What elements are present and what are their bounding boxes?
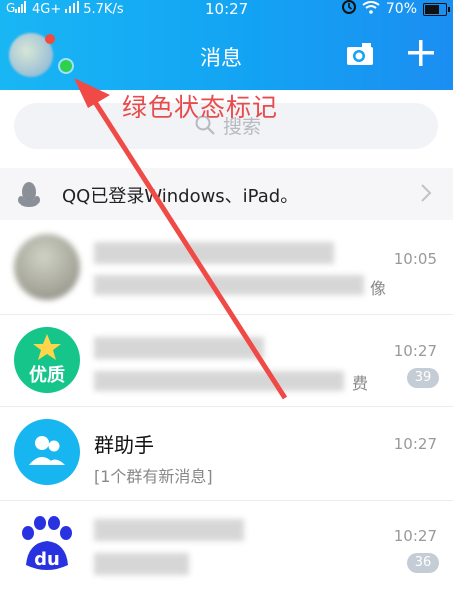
message-time: 10:27 bbox=[393, 435, 437, 453]
conversation-item[interactable]: du 10:27 36 bbox=[0, 501, 453, 596]
status-bar: G 4G+ 5.7K/s 10:27 70% bbox=[0, 0, 453, 20]
carrier-label: 4G+ bbox=[32, 1, 62, 17]
preview-tail: 像 bbox=[370, 279, 387, 298]
status-left: G 4G+ 5.7K/s bbox=[6, 1, 124, 17]
blurred-name bbox=[94, 337, 264, 359]
avatar: du bbox=[14, 513, 80, 579]
blurred-name bbox=[94, 519, 244, 541]
login-notice-row[interactable]: QQ已登录Windows、iPad。 bbox=[0, 168, 453, 220]
login-notice-text: QQ已登录Windows、iPad。 bbox=[62, 186, 299, 207]
group-icon bbox=[29, 436, 65, 465]
unread-count-badge: 39 bbox=[407, 368, 439, 388]
avatar-label: 优质 bbox=[29, 365, 65, 386]
blurred-preview bbox=[94, 275, 364, 295]
online-status-dot bbox=[60, 60, 72, 72]
qq-penguin-icon bbox=[16, 180, 42, 208]
blurred-name bbox=[94, 242, 334, 264]
chevron-right-icon bbox=[419, 182, 433, 204]
avatar bbox=[14, 234, 80, 300]
unread-count-badge: 36 bbox=[407, 553, 439, 573]
alarm-icon bbox=[341, 0, 356, 18]
battery-icon bbox=[423, 2, 450, 16]
signal-icon: G bbox=[6, 1, 28, 17]
wifi-icon bbox=[362, 0, 380, 18]
avatar bbox=[14, 419, 80, 485]
status-right: 70% bbox=[341, 0, 450, 18]
avatar-label: du bbox=[34, 549, 60, 570]
conversation-item[interactable]: 像 10:05 bbox=[0, 220, 453, 315]
header-bar: G 4G+ 5.7K/s 10:27 70% 消息 bbox=[0, 0, 453, 90]
conversation-item[interactable]: 优质 费 10:27 39 bbox=[0, 315, 453, 410]
annotation-label: 绿色状态标记 bbox=[122, 93, 279, 122]
camera-icon[interactable] bbox=[346, 42, 374, 66]
notification-dot bbox=[45, 34, 55, 44]
blurred-preview bbox=[94, 371, 344, 391]
svg-text:G: G bbox=[6, 1, 15, 13]
page-title: 消息 bbox=[200, 46, 242, 70]
battery-level-fill bbox=[425, 4, 439, 14]
battery-percent: 70% bbox=[385, 1, 417, 17]
status-time: 10:27 bbox=[205, 0, 249, 18]
conversation-item[interactable]: 群助手 [1个群有新消息] 10:27 bbox=[0, 407, 453, 502]
avatar: 优质 bbox=[14, 327, 80, 393]
conversation-preview: [1个群有新消息] bbox=[94, 467, 213, 486]
message-time: 10:27 bbox=[393, 527, 437, 545]
signal-bars-icon bbox=[65, 1, 80, 17]
message-time: 10:27 bbox=[393, 342, 437, 360]
user-avatar-button[interactable] bbox=[9, 33, 55, 79]
preview-tail: 费 bbox=[352, 374, 369, 393]
network-speed: 5.7K/s bbox=[83, 1, 124, 17]
blurred-preview bbox=[94, 553, 189, 575]
conversation-name: 群助手 bbox=[94, 433, 154, 457]
plus-icon[interactable] bbox=[406, 38, 436, 68]
message-time: 10:05 bbox=[393, 250, 437, 268]
